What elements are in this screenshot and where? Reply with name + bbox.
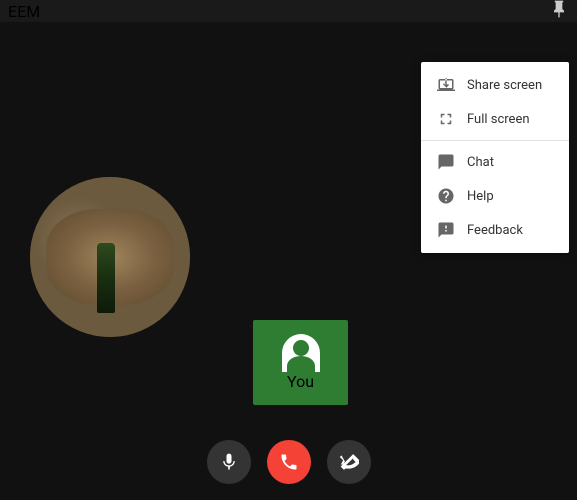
share-screen-label: Share screen [467,78,542,93]
feedback-icon [437,221,455,239]
mute-button[interactable] [207,440,251,484]
remote-video-tile: You [253,320,348,405]
fullscreen-icon [437,110,455,128]
user-avatar-icon [282,334,320,372]
local-video-circle [30,177,190,337]
menu-item-help[interactable]: Help [421,179,569,213]
chat-label: Chat [467,155,494,170]
menu-divider-1 [421,140,569,141]
context-menu: Share screen Full screen Chat [421,62,569,253]
hangup-button[interactable] [267,440,311,484]
pin-icon[interactable] [549,0,569,23]
menu-item-chat[interactable]: Chat [421,145,569,179]
video-area: You Share screen Full screen [0,22,577,500]
share-screen-icon [437,76,455,94]
help-label: Help [467,189,494,204]
help-icon [437,187,455,205]
title-bar: EEM [0,0,577,22]
menu-item-feedback[interactable]: Feedback [421,213,569,247]
chat-icon [437,153,455,171]
remote-video-label: You [287,372,314,391]
local-video-feed [30,177,190,337]
controls-bar [0,440,577,484]
feedback-label: Feedback [467,223,523,238]
camera-off-button[interactable] [327,440,371,484]
menu-item-full-screen[interactable]: Full screen [421,102,569,136]
title-bar-title: EEM [8,2,40,21]
menu-item-share-screen[interactable]: Share screen [421,68,569,102]
full-screen-label: Full screen [467,112,530,127]
